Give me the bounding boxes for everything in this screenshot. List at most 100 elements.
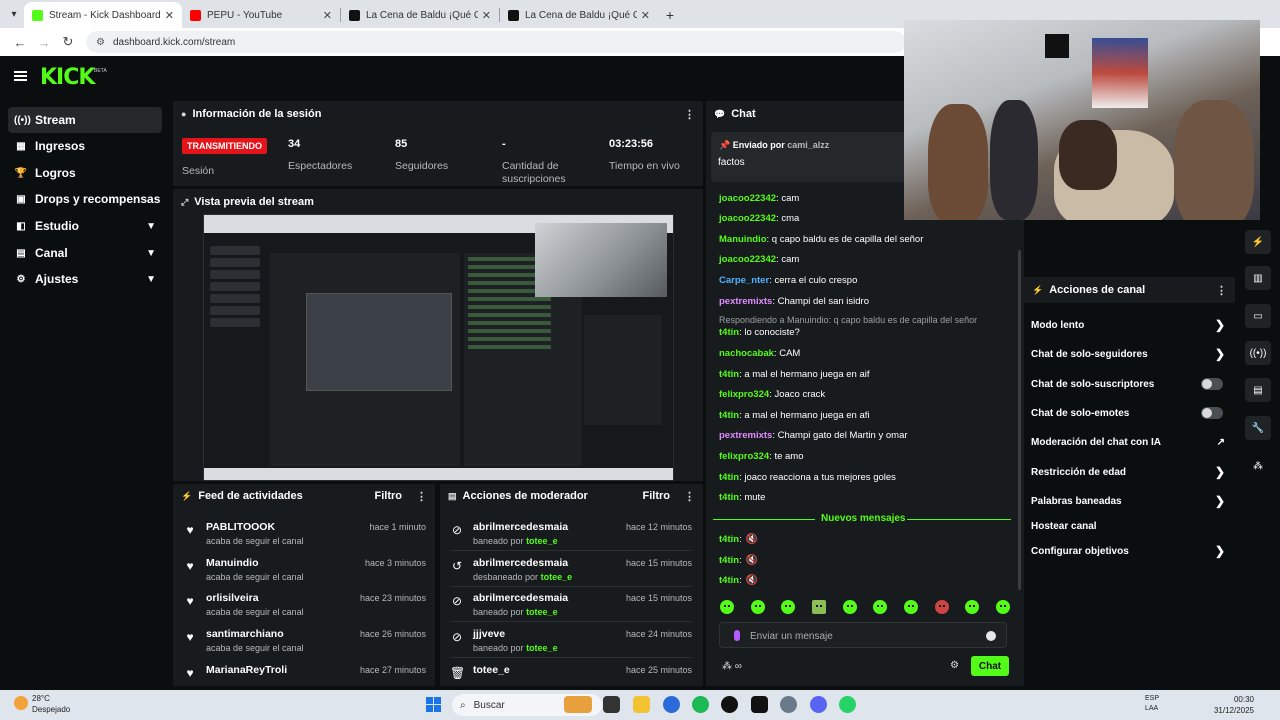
mod-target-name[interactable]: abrilmercedesmaia: [473, 557, 568, 569]
emoji-picker-icon[interactable]: [986, 631, 996, 641]
discord-icon[interactable]: [810, 696, 827, 713]
close-tab-icon[interactable]: ✕: [482, 9, 491, 22]
kick-logo[interactable]: KICK: [40, 65, 95, 90]
follower-name[interactable]: santimarchiano: [206, 628, 284, 640]
chat-username[interactable]: pextremixts: [719, 430, 772, 441]
expand-icon[interactable]: ⤢: [181, 197, 188, 208]
windows-start-icon[interactable]: [426, 697, 441, 712]
microphone-icon[interactable]: [734, 630, 740, 641]
chat-username[interactable]: t4tin: [719, 410, 739, 421]
infinity-icon[interactable]: ∞: [735, 661, 742, 672]
subscribers-only-toggle[interactable]: [1201, 378, 1223, 390]
moderator-name[interactable]: totee_e: [526, 643, 558, 653]
action-host-channel[interactable]: Hostear canal: [1031, 517, 1227, 535]
tab-youtube[interactable]: PEPU - YouTube ✕: [182, 2, 340, 28]
moderator-name[interactable]: totee_e: [541, 572, 573, 582]
emote-icon[interactable]: [873, 600, 888, 614]
forward-icon[interactable]: →: [32, 35, 56, 50]
close-tab-icon[interactable]: ✕: [165, 9, 174, 22]
emote-icon[interactable]: [842, 600, 857, 614]
users-icon[interactable]: ⁂: [1245, 454, 1271, 478]
reload-icon[interactable]: ↻: [56, 34, 80, 50]
menu-icon[interactable]: [14, 71, 27, 81]
close-tab-icon[interactable]: ✕: [323, 9, 332, 22]
mod-target-name[interactable]: abrilmercedesmaia: [473, 521, 568, 533]
chat-settings-icon[interactable]: ⚙: [950, 660, 959, 671]
sidebar-item-ajustes[interactable]: ⚙ Ajustes ▼: [8, 266, 162, 292]
chat-username[interactable]: pextremixts: [719, 296, 772, 307]
obs-icon[interactable]: [721, 696, 738, 713]
clipboard-icon[interactable]: ▥: [1245, 266, 1271, 290]
chat-username[interactable]: felixpro324: [719, 451, 769, 462]
sidebar-item-logros[interactable]: 🏆 Logros: [8, 160, 162, 186]
mod-target-name[interactable]: totee_e: [473, 664, 510, 676]
moderator-name[interactable]: totee_e: [526, 536, 558, 546]
follower-name[interactable]: PABLITOOOK: [206, 521, 275, 533]
input-language[interactable]: ESP LAA: [1145, 694, 1159, 714]
follower-name[interactable]: orlisilveira: [206, 592, 259, 604]
chat-username[interactable]: t4tin: [719, 575, 739, 586]
activity-filter-button[interactable]: Filtro: [375, 490, 403, 502]
back-icon[interactable]: ←: [8, 35, 32, 50]
sidebar-item-ingresos[interactable]: ▦ Ingresos: [8, 133, 162, 159]
chat-bubble-icon[interactable]: ▭: [1245, 304, 1271, 328]
emote-icon[interactable]: [781, 600, 796, 614]
emotes-only-toggle[interactable]: [1201, 407, 1223, 419]
settings-icon[interactable]: [780, 696, 797, 713]
more-options-icon[interactable]: ⋮: [416, 490, 427, 503]
mod-target-name[interactable]: abrilmercedesmaia: [473, 592, 568, 604]
mod-filter-button[interactable]: Filtro: [643, 490, 671, 502]
tiktok-icon[interactable]: [751, 696, 768, 713]
chat-username[interactable]: nachocabak: [719, 348, 774, 359]
tab-search-icon[interactable]: ▾: [4, 3, 24, 25]
follower-name[interactable]: MarianaReyTroli: [206, 664, 287, 676]
more-options-icon[interactable]: ⋮: [684, 108, 695, 121]
action-age-restriction[interactable]: Restricción de edad ❯: [1031, 463, 1227, 481]
taskbar-clock[interactable]: 00:30 31/12/2025: [1214, 694, 1254, 716]
emote-icon[interactable]: [720, 600, 734, 614]
tab-kick-dashboard[interactable]: Stream - Kick Dashboard ✕: [24, 2, 182, 28]
emote-icon[interactable]: [965, 600, 980, 614]
chat-username[interactable]: t4tin: [719, 327, 739, 338]
new-messages-divider[interactable]: Nuevos mensajes: [713, 513, 1011, 525]
emote-icon[interactable]: [750, 600, 765, 614]
chat-username[interactable]: joacoo22342: [719, 254, 776, 265]
chat-username[interactable]: t4tin: [719, 534, 739, 545]
whatsapp-icon[interactable]: [839, 696, 856, 713]
chat-username[interactable]: felixpro324: [719, 389, 769, 400]
chat-username[interactable]: Manuindio: [719, 234, 767, 245]
chat-scrollbar[interactable]: [1018, 250, 1021, 590]
spotify-icon[interactable]: [692, 696, 709, 713]
url-field[interactable]: ⚙ dashboard.kick.com/stream: [86, 31, 906, 53]
site-info-icon[interactable]: ⚙: [96, 37, 105, 48]
chat-username[interactable]: Carpe_nter: [719, 275, 769, 286]
sidebar-item-stream[interactable]: ((•)) Stream: [8, 107, 162, 133]
emote-icon[interactable]: [995, 600, 1010, 614]
chat-username[interactable]: t4tin: [719, 472, 739, 483]
action-banned-words[interactable]: Palabras baneadas ❯: [1031, 492, 1227, 510]
chat-input[interactable]: [750, 628, 970, 644]
action-set-goals[interactable]: Configurar objetivos ❯: [1031, 542, 1227, 560]
follower-name[interactable]: Manuindio: [206, 557, 259, 569]
pinned-message[interactable]: 📌 Enviado por cami_alzz factos: [711, 132, 907, 182]
chat-input-box[interactable]: [719, 622, 1007, 648]
tab-tiktok-1[interactable]: La Cena de Baldu ¡Qué Come ✕: [341, 2, 499, 28]
more-options-icon[interactable]: ⋮: [684, 490, 695, 503]
users-icon[interactable]: ⁂: [722, 661, 732, 672]
sidebar-item-drops[interactable]: ▣ Drops y recompensas: [8, 186, 162, 212]
chat-username[interactable]: t4tin: [719, 369, 739, 380]
moderator-name[interactable]: totee_e: [526, 607, 558, 617]
wrench-icon[interactable]: 🔧: [1245, 416, 1271, 440]
close-tab-icon[interactable]: ✕: [641, 9, 650, 22]
broadcast-icon[interactable]: ((•)): [1245, 341, 1271, 365]
mod-target-name[interactable]: jjjveve: [473, 628, 505, 640]
emote-icon[interactable]: [934, 600, 949, 614]
chat-username[interactable]: t4tin: [719, 555, 739, 566]
emote-icon[interactable]: [903, 600, 918, 614]
sidebar-item-canal[interactable]: ▤ Canal ▼: [8, 240, 162, 266]
chat-username[interactable]: t4tin: [719, 492, 739, 503]
bolt-icon[interactable]: ⚡: [1245, 230, 1271, 254]
action-ai-moderation[interactable]: Moderación del chat con IA ↗: [1031, 433, 1227, 451]
action-slow-mode[interactable]: Modo lento ❯: [1031, 316, 1227, 334]
action-followers-only[interactable]: Chat de solo-seguidores ❯: [1031, 345, 1227, 363]
